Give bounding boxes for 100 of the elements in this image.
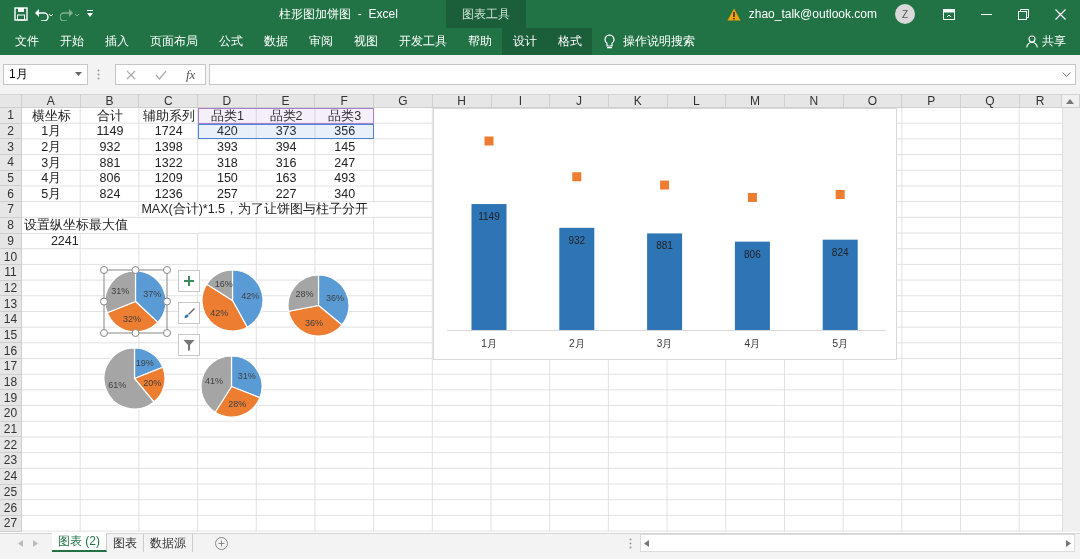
row-header[interactable]: 16 — [0, 343, 22, 359]
row-header[interactable]: 23 — [0, 453, 22, 469]
axis-label: 2月 — [569, 338, 585, 349]
insert-function-button[interactable]: fx — [186, 66, 196, 83]
row-header[interactable]: 10 — [0, 249, 22, 265]
check-icon[interactable] — [154, 69, 167, 80]
person-icon[interactable] — [1026, 35, 1038, 48]
cancel-icon[interactable] — [125, 69, 136, 80]
column-header[interactable]: H — [432, 95, 492, 108]
column-header[interactable]: Q — [961, 95, 1020, 108]
ribbon-tab[interactable]: 公式 — [208, 28, 253, 55]
table-cell-text: 5月 — [40, 186, 63, 203]
marker — [835, 190, 845, 199]
warning-icon[interactable] — [726, 7, 741, 21]
column-header[interactable]: K — [608, 95, 668, 108]
table-cell-text: 340 — [333, 186, 357, 202]
ribbon-tab[interactable]: 插入 — [94, 28, 139, 55]
filter-icon[interactable] — [183, 339, 195, 351]
column-header[interactable]: E — [256, 95, 316, 108]
column-header[interactable]: D — [198, 95, 257, 108]
table-cell-text: 1398 — [153, 139, 184, 156]
avatar[interactable]: Z — [895, 4, 915, 24]
pie-chart[interactable]: 19% 61% 20% — [103, 347, 166, 410]
data-label: 36% — [326, 292, 345, 303]
brush-icon[interactable] — [183, 307, 195, 319]
scroll-right-icon[interactable] — [1066, 539, 1071, 547]
ribbon-tab[interactable]: 开发工具 — [388, 28, 457, 55]
column-header[interactable]: L — [667, 95, 727, 108]
column-header[interactable]: M — [726, 95, 785, 108]
row-header[interactable]: 26 — [0, 500, 22, 516]
scroll-up-icon[interactable] — [1066, 98, 1075, 104]
lightbulb-icon[interactable] — [604, 34, 615, 49]
table-cell-text: 1236 — [153, 186, 184, 202]
scroll-left-icon[interactable] — [644, 539, 649, 547]
restore-icon[interactable] — [1018, 8, 1029, 20]
ribbon-display-icon[interactable] — [943, 8, 955, 20]
column-header[interactable]: F — [315, 95, 375, 108]
ribbon-tab[interactable]: 帮助 — [457, 28, 502, 55]
ribbon-tab[interactable]: 页面布局 — [139, 28, 208, 55]
column-header[interactable]: P — [902, 95, 961, 108]
column-header[interactable]: C — [139, 95, 199, 108]
add-sheet-icon[interactable] — [215, 536, 228, 550]
sheet-tab[interactable]: 图表 (2) — [52, 533, 107, 552]
chart-filters-button[interactable] — [178, 334, 200, 356]
column-header[interactable]: O — [843, 95, 903, 108]
formula-input[interactable] — [209, 64, 1076, 85]
row-header[interactable]: 19 — [0, 390, 22, 407]
table-cell-text: 合计 — [96, 108, 125, 124]
column-header[interactable]: I — [491, 95, 551, 108]
column-header[interactable]: R — [1019, 95, 1062, 108]
column-header[interactable]: N — [784, 95, 844, 108]
vertical-scrollbar[interactable] — [1061, 108, 1080, 532]
ribbon-tab[interactable]: 格式 — [547, 28, 592, 55]
expand-icon[interactable] — [1062, 71, 1071, 78]
dropdown-icon[interactable] — [75, 72, 82, 77]
plus-icon[interactable] — [183, 275, 195, 287]
chart-elements-button[interactable] — [178, 270, 200, 292]
row-header[interactable]: 4 — [0, 155, 22, 171]
column-header[interactable]: G — [374, 95, 433, 108]
ribbon-tab[interactable]: 数据 — [253, 28, 298, 55]
pie-chart[interactable]: 28% 36% 36% — [287, 274, 350, 337]
row-header[interactable]: 20 — [0, 406, 22, 422]
table-cell: 设置纵坐标最大值 — [22, 217, 199, 234]
dropdown-icon[interactable] — [86, 9, 94, 19]
row-header[interactable]: 17 — [0, 359, 22, 375]
account-name[interactable]: zhao_talk@outlook.com — [748, 7, 877, 21]
table-cell-text: 3月 — [40, 155, 63, 171]
data-label: 41% — [204, 376, 223, 387]
row-header[interactable]: 22 — [0, 437, 22, 454]
undo-icon[interactable] — [34, 7, 54, 21]
ribbon-tab[interactable]: 开始 — [49, 28, 94, 55]
pie-chart[interactable]: 31% 37% 32% — [104, 270, 167, 333]
row-header[interactable]: 6 — [0, 186, 22, 203]
tell-me-search[interactable]: 操作说明搜索 — [623, 33, 695, 50]
ribbon-tab[interactable]: 文件 — [4, 28, 49, 55]
marker — [660, 180, 670, 190]
data-label: 824 — [831, 246, 849, 258]
row-header[interactable]: 3 — [0, 139, 22, 156]
row-header[interactable]: 13 — [0, 296, 22, 312]
marker — [572, 172, 582, 182]
column-header[interactable]: B — [80, 95, 140, 108]
column-header[interactable]: J — [550, 95, 609, 108]
ribbon-tab[interactable]: 审阅 — [298, 28, 343, 55]
share-button[interactable]: 共享 — [1042, 33, 1066, 50]
ribbon-tab[interactable]: 视图 — [343, 28, 388, 55]
save-icon[interactable] — [14, 7, 28, 21]
table-cell-text: 806 — [98, 170, 122, 187]
row-header[interactable]: 7 — [0, 202, 22, 218]
pie-chart[interactable]: 41% 31% 28% — [200, 355, 263, 418]
horizontal-scrollbar[interactable] — [640, 534, 1075, 552]
context-group-label: 图表工具 — [462, 5, 510, 23]
column-header[interactable]: A — [22, 95, 81, 108]
name-box[interactable]: 1月 — [3, 64, 88, 85]
ribbon-tab[interactable]: 设计 — [502, 28, 547, 55]
chart-styles-button[interactable] — [178, 302, 200, 324]
close-icon[interactable] — [1055, 8, 1066, 20]
data-label: 32% — [123, 314, 142, 325]
sheet-tab[interactable]: 图表 — [107, 534, 144, 552]
sheet-tab[interactable]: 数据源 — [144, 534, 193, 552]
row-header[interactable]: 1 — [0, 108, 22, 124]
